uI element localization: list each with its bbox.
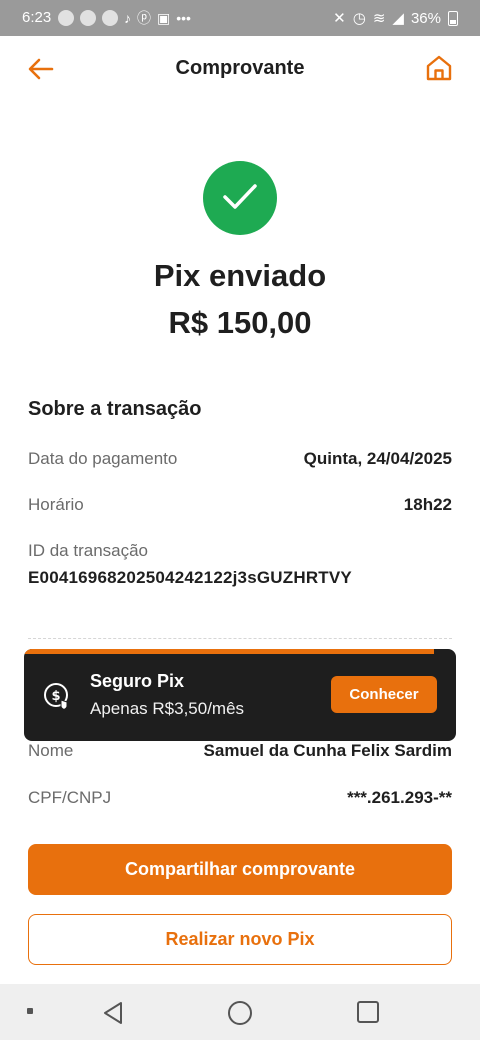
wifi-icon: ≋ — [372, 10, 386, 27]
success-check-icon — [203, 161, 277, 235]
transaction-id-value: E00416968202504242122j3sGUZHRTVY — [28, 568, 352, 587]
svg-text:$: $ — [51, 689, 60, 704]
notification-icons: ♪ ⓟ ▣ ••• — [58, 10, 191, 26]
status-title: Pix enviado — [153, 258, 327, 293]
seguro-pix-toast: $ Seguro Pix Apenas R$3,50/mês Conhecer — [24, 649, 456, 741]
more-icon: ••• — [176, 10, 191, 26]
insurance-coin-icon: $ — [42, 681, 72, 711]
app-header: Comprovante — [0, 36, 480, 100]
app-notification-icon — [80, 10, 96, 26]
new-pix-button[interactable]: Realizar novo Pix — [28, 914, 452, 965]
name-label: Nome — [28, 741, 74, 760]
amount-value: R$ 150,00 — [168, 305, 312, 340]
battery-percent: 36% — [410, 9, 441, 27]
cpf-value: ***.261.293-** — [347, 788, 452, 807]
home-button[interactable] — [424, 53, 454, 83]
battery-icon — [448, 10, 458, 26]
app-notification-icon — [58, 10, 74, 26]
nav-recents-button[interactable] — [357, 1001, 379, 1023]
toast-progress-bar — [24, 649, 435, 654]
cpf-label: CPF/CNPJ — [28, 788, 112, 807]
home-icon — [426, 55, 452, 81]
share-receipt-button[interactable]: Compartilhar comprovante — [28, 844, 452, 895]
toast-title: Seguro Pix — [90, 671, 185, 691]
section-title: Sobre a transação — [28, 398, 202, 420]
system-icons: ✕ ◷ ≋ ◢ 36% — [333, 9, 458, 27]
payment-date-value: Quinta, 24/04/2025 — [303, 449, 452, 468]
alarm-icon: ◷ — [352, 10, 366, 27]
name-value: Samuel da Cunha Felix Sardim — [203, 741, 452, 760]
payment-date-label: Data do pagamento — [28, 449, 178, 468]
nav-indicator-icon — [27, 1008, 33, 1014]
tiktok-icon: ♪ — [124, 10, 131, 26]
nav-back-button[interactable] — [102, 1001, 124, 1030]
signal-icon: ◢ — [392, 10, 404, 27]
divider — [28, 638, 452, 639]
status-bar: 6:23 ♪ ⓟ ▣ ••• ✕ ◷ ≋ ◢ 36% — [0, 0, 480, 36]
time-value: 18h22 — [403, 495, 452, 514]
conhecer-button[interactable]: Conhecer — [331, 676, 437, 713]
time-label: Horário — [28, 495, 84, 514]
page-title: Comprovante — [175, 57, 305, 79]
nav-home-button[interactable] — [228, 1001, 252, 1025]
triangle-back-icon — [104, 1002, 122, 1024]
system-nav-bar — [0, 984, 480, 1040]
app-notification-icon — [102, 10, 118, 26]
toast-subtitle: Apenas R$3,50/mês — [90, 699, 245, 718]
mute-icon: ✕ — [333, 10, 346, 27]
pinterest-icon: ⓟ — [137, 10, 151, 26]
transaction-id-label: ID da transação — [28, 541, 149, 560]
status-time: 6:23 — [22, 9, 52, 26]
image-icon: ▣ — [157, 10, 171, 26]
